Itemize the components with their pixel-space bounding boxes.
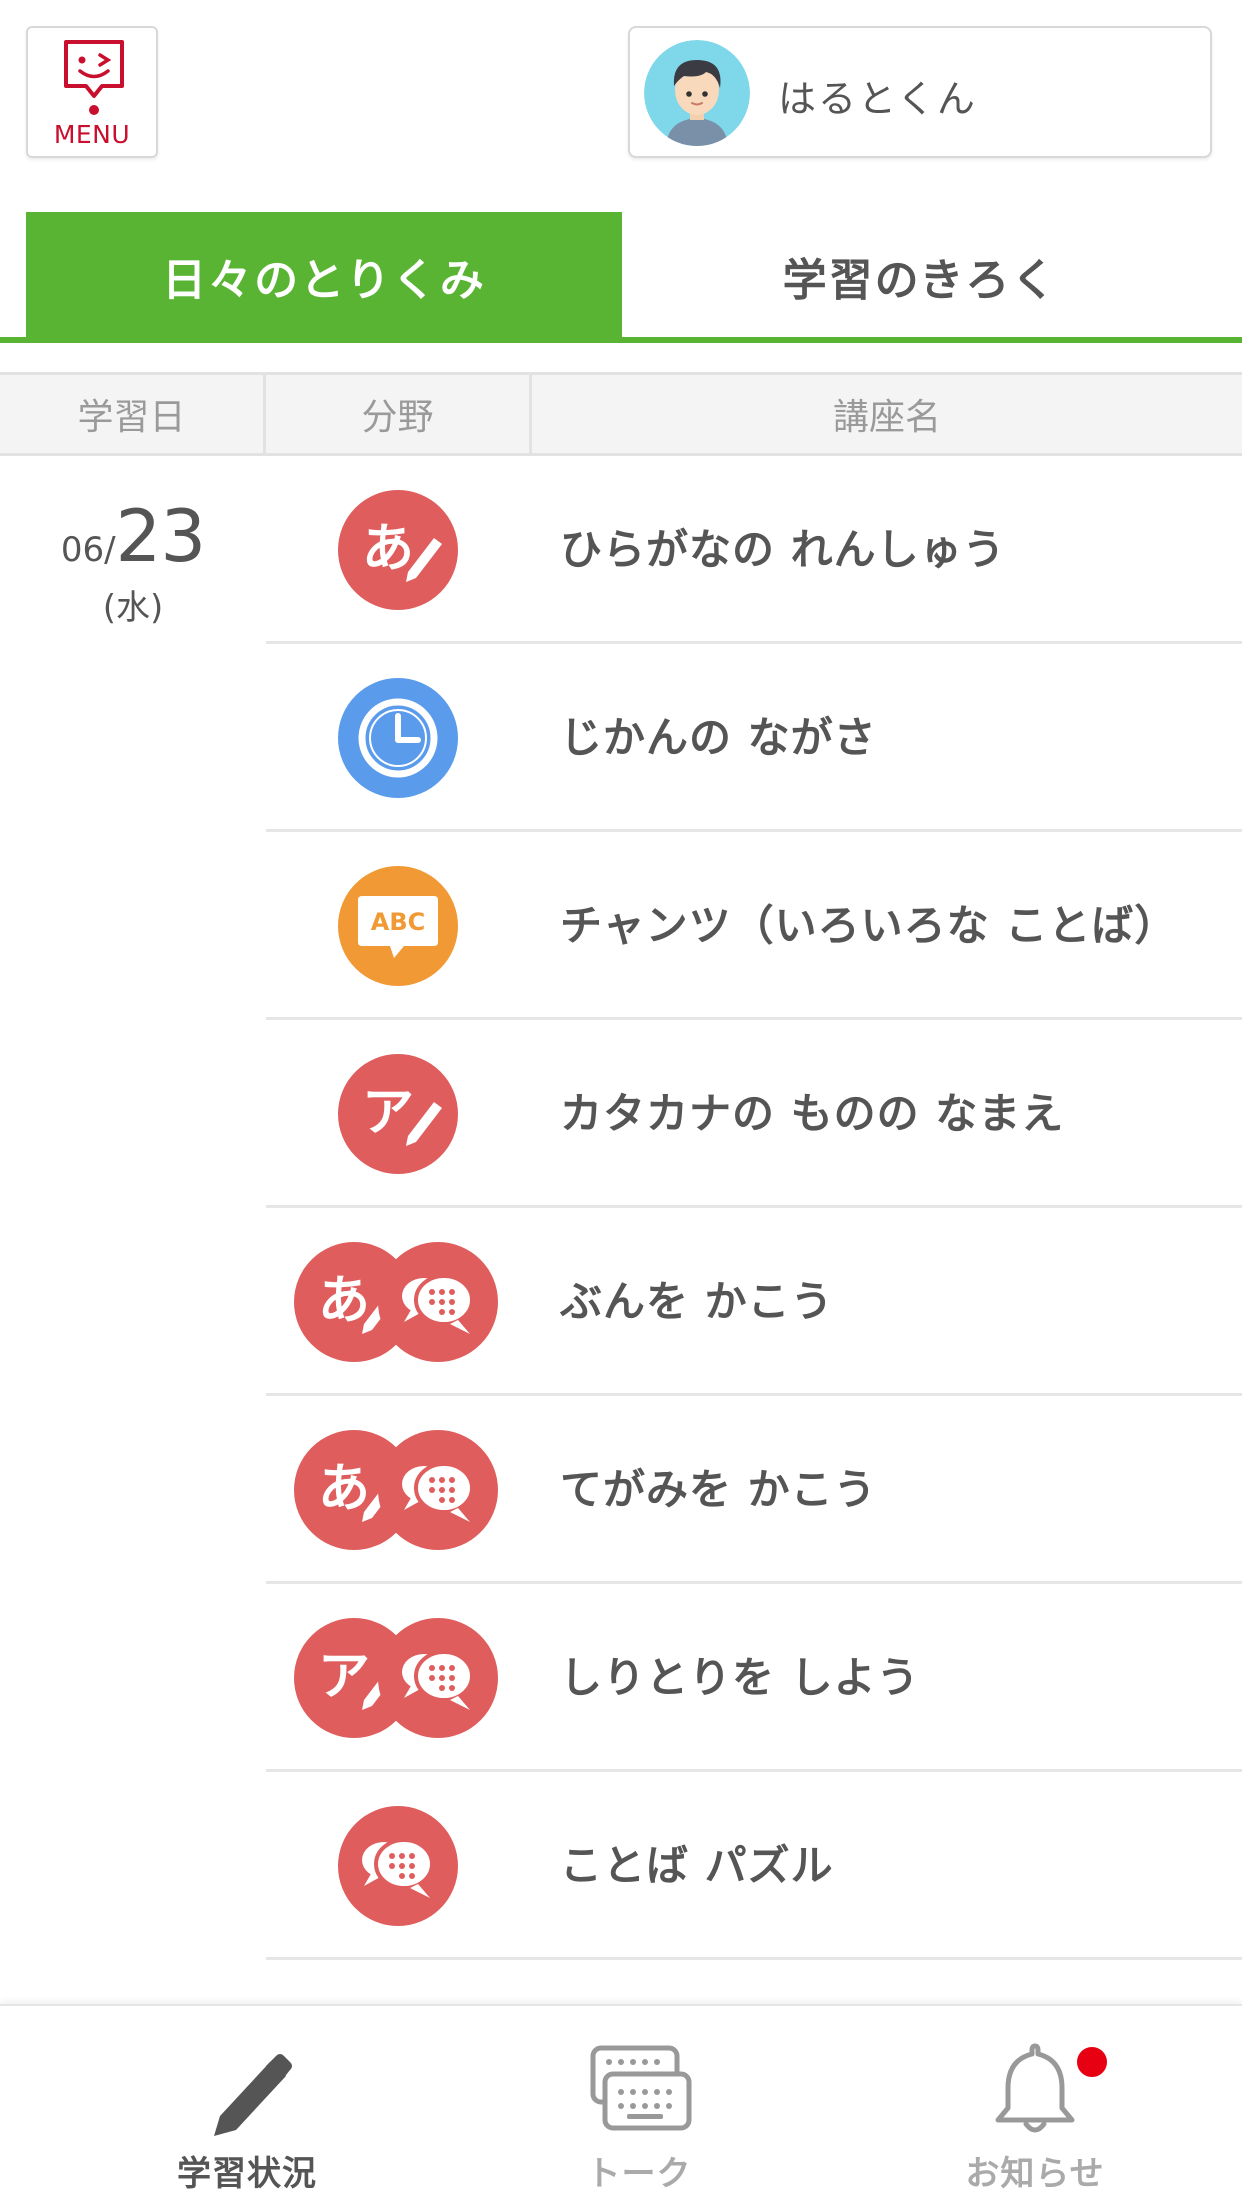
course-name: ことば パズル [560, 1841, 834, 1891]
table-row[interactable]: ア しりとりを しよう [266, 1584, 1242, 1772]
field-icons: ア [266, 1584, 532, 1772]
nav-notifications[interactable]: お知らせ [828, 2006, 1242, 2208]
svg-text:あ: あ [318, 1459, 370, 1519]
table-row[interactable]: ABC チャンツ（いろいろな ことば） [266, 832, 1242, 1020]
date-month: 06 [60, 530, 105, 570]
tab-bar: 日々のとりくみ 学習のきろく [26, 212, 1242, 340]
course-name: てがみを かこう [560, 1465, 877, 1515]
table-row[interactable]: ア カタカナの ものの なまえ [266, 1020, 1242, 1208]
svg-text:ア: ア [318, 1647, 370, 1707]
course-name: ひらがなの れんしゅう [560, 525, 1006, 575]
table-row[interactable]: ことば パズル [266, 1772, 1242, 1960]
course-name: しりとりを しよう [560, 1653, 920, 1703]
bell-icon [980, 2034, 1090, 2148]
course-name: カタカナの ものの なまえ [560, 1089, 1065, 1139]
menu-label: MENU [53, 120, 131, 149]
table-row[interactable]: あ ひらがなの れんしゅう [266, 456, 1242, 644]
chat-keyboard-icon [579, 2034, 699, 2148]
user-name: はるとくん [778, 77, 977, 121]
boy-avatar-icon [644, 40, 750, 146]
notification-badge [1074, 2044, 1110, 2080]
course-name: ぶんを かこう [560, 1277, 834, 1327]
tab-records[interactable]: 学習のきろく [622, 212, 1218, 340]
bottom-nav: 学習状況 トーク お知らせ [0, 2004, 1242, 2208]
field-icons [266, 644, 532, 832]
menu-face-icon [64, 40, 124, 115]
svg-text:あ: あ [318, 1271, 370, 1331]
field-icons [266, 1772, 532, 1960]
field-icons: ア [266, 1020, 532, 1208]
field-icons: あ [266, 1396, 532, 1584]
course-name: じかんの ながさ [560, 713, 877, 763]
field-icons: あ [266, 456, 532, 644]
tab-daily[interactable]: 日々のとりくみ [26, 212, 622, 340]
table-row[interactable]: あ ぶんを かこう [266, 1208, 1242, 1396]
nav-study-status[interactable]: 学習状況 [40, 2006, 454, 2208]
clock-icon [338, 678, 458, 798]
speech-bubble-icon [378, 1430, 498, 1550]
nav-talk[interactable]: トーク [432, 2006, 846, 2208]
field-icons: あ [266, 1208, 532, 1396]
study-date: 06/23 (水) [30, 494, 236, 629]
user-switcher[interactable]: はるとくん [628, 26, 1212, 158]
nav-label: お知らせ [965, 2154, 1105, 2194]
date-separator: / [104, 530, 116, 570]
abc-speech-icon: ABC [338, 866, 458, 986]
course-name: チャンツ（いろいろな ことば） [560, 901, 1178, 951]
app-screen: MENU はるとくん 日々のとりくみ 学習のきろく 学習日 分野 講座名 06/… [0, 0, 1242, 2208]
date-day: 23 [115, 494, 207, 578]
pencil-icon [192, 2034, 302, 2148]
svg-text:ABC: ABC [371, 908, 425, 936]
column-header-field: 分野 [266, 375, 532, 453]
column-header-course: 講座名 [832, 397, 941, 438]
hiragana-pencil-icon: あ [338, 490, 458, 610]
nav-label: トーク [586, 2154, 692, 2194]
speech-bubble-icon [378, 1242, 498, 1362]
menu-button[interactable]: MENU [26, 26, 158, 158]
svg-text:ア: ア [362, 1083, 414, 1143]
tab-underline [0, 337, 1242, 343]
avatar [644, 40, 750, 146]
table-row[interactable]: じかんの ながさ [266, 644, 1242, 832]
column-header-date: 学習日 [0, 375, 266, 453]
nav-label: 学習状況 [177, 2154, 317, 2194]
speech-bubble-icon [378, 1618, 498, 1738]
table-row[interactable]: あ てがみを かこう [266, 1396, 1242, 1584]
date-weekday: (水) [102, 588, 164, 628]
katakana-pencil-icon: ア [338, 1054, 458, 1174]
speech-bubble-icon [338, 1806, 458, 1926]
table-header: 学習日 分野 講座名 [0, 372, 1242, 456]
field-icons: ABC [266, 832, 532, 1020]
svg-text:あ: あ [362, 519, 414, 579]
